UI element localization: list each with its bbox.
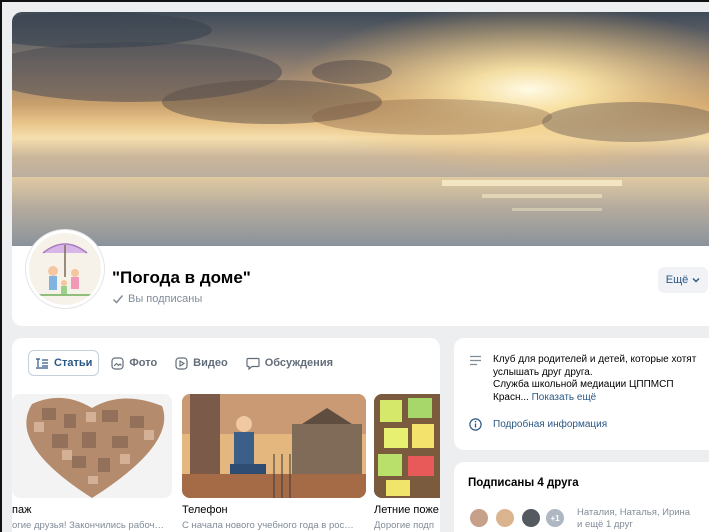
details-link[interactable]: Подробная информация [493,419,607,430]
content-tabs: Статьи Фото Видео Обсуждения [28,350,339,376]
page-frame: "Погода в доме" Вы подписаны Ещё Статьи … [0,0,709,532]
friends-names-line: Наталия, Наталья, Ирина [577,507,691,518]
more-button[interactable]: Ещё [658,267,708,293]
subscription-status[interactable]: Вы подписаны [112,293,202,305]
articles-icon [36,358,48,369]
friends-names[interactable]: Наталия, Наталья, Ирина и ещё 1 друг [577,507,707,530]
more-button-label: Ещё [665,274,689,286]
friend-avatar[interactable] [468,507,490,529]
info-icon [469,418,482,431]
friends-names-line: и ещё 1 друг [577,518,633,530]
tab-video-label: Видео [193,357,228,369]
discussion-icon [246,357,260,370]
tab-discussions-label: Обсуждения [264,357,334,369]
tab-articles-label: Статьи [54,357,93,369]
article-snippet: Дорогие подп [374,520,434,531]
subscription-label: Вы подписаны [128,293,203,305]
article-title: паж [12,504,32,516]
tab-discussions[interactable]: Обсуждения [240,350,339,376]
article-thumbnail [12,394,172,498]
more-friends-badge[interactable]: +1 [544,507,566,529]
tab-photo[interactable]: Фото [105,350,163,376]
tab-video[interactable]: Видео [169,350,234,376]
group-title: "Погода в доме" [112,268,251,287]
article-thumbnail [182,394,366,498]
description-line: Красн... [493,391,529,403]
friends-title[interactable]: Подписаны 4 друга [468,477,579,489]
show-more-link[interactable]: Показать ещё [532,392,597,403]
tab-photo-label: Фото [129,357,158,369]
group-description: Клуб для родителей и детей, которые хотя… [493,354,707,404]
chevron-down-icon [692,278,700,283]
check-icon [112,295,124,304]
friend-avatar[interactable] [520,507,542,529]
description-line: Служба школьной медиации ЦППМСП [493,379,674,390]
article-snippet: С начала нового учебного года в рос… [182,520,354,531]
tab-articles[interactable]: Статьи [28,350,100,376]
cover-image [12,12,709,254]
photo-icon [111,356,124,370]
article-title: Телефон [182,504,228,516]
article-title: Летние поже [374,504,439,516]
description-icon [470,355,481,366]
description-line: услышать друг друга. [493,366,593,378]
description-line: Клуб для родителей и детей, которые хотя… [493,354,697,365]
article-snippet: огие друзья! Закончились рабоч… [12,520,164,531]
group-avatar[interactable] [26,230,104,308]
video-icon [175,356,188,370]
article-thumbnail [374,394,440,498]
friend-avatar[interactable] [494,507,516,529]
